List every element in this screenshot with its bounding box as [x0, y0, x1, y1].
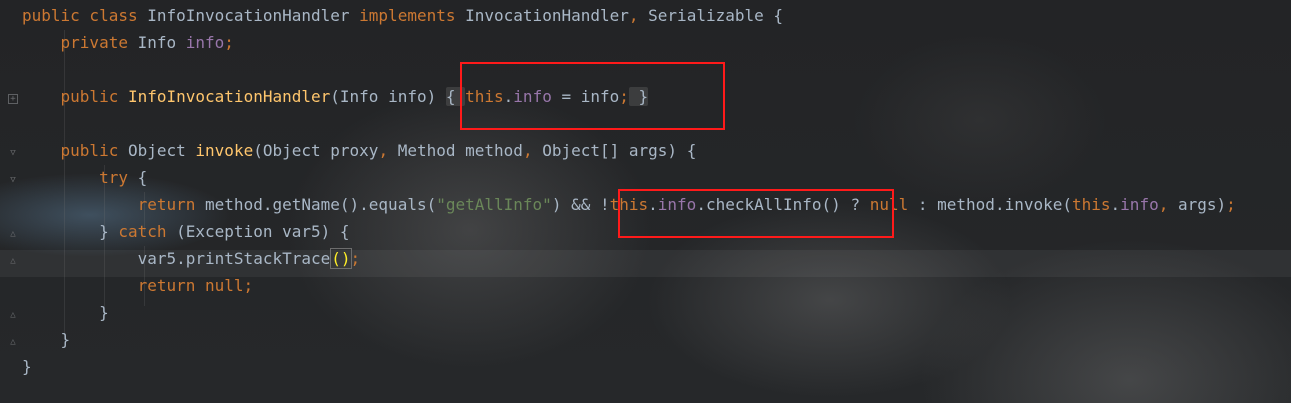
code-token: this — [1072, 195, 1111, 214]
code-token: (Info info) — [330, 87, 446, 106]
code-token: method.getName().equals( — [205, 195, 437, 214]
code-token: return null; — [22, 276, 254, 295]
code-token: , — [1158, 195, 1178, 214]
code-line[interactable]: } — [22, 353, 32, 380]
code-token: var5.printStackTrace — [22, 249, 331, 268]
code-line[interactable]: try { — [22, 164, 147, 191]
code-token: args) — [1177, 195, 1227, 214]
code-token: catch — [118, 222, 177, 241]
code-token: , — [378, 141, 398, 160]
fold-arrow-icon[interactable]: ▽ — [8, 175, 18, 185]
code-token: info — [1120, 195, 1159, 214]
code-token: info — [185, 33, 225, 52]
code-token: ; — [350, 249, 361, 268]
code-token: } — [22, 222, 119, 241]
code-token: Method method — [397, 141, 523, 160]
code-token: InfoInvocationHandler — [127, 87, 331, 106]
fold-gutter: + ▽ ▽ △ △ △ △ — [0, 0, 24, 403]
annotation-box-constructor — [460, 62, 725, 130]
code-token: Object — [127, 141, 196, 160]
code-token: private — [22, 33, 138, 52]
code-token: "getAllInfo" — [436, 195, 552, 214]
code-token: ; — [1226, 195, 1236, 214]
code-token: ) && ! — [551, 195, 610, 214]
code-token: try — [22, 168, 138, 187]
code-editor[interactable]: + ▽ ▽ △ △ △ △ public class InfoInvocatio… — [0, 0, 1291, 403]
code-token: Object[] args) { — [542, 141, 697, 160]
code-token: () — [330, 248, 352, 269]
code-line[interactable]: public class InfoInvocationHandler imple… — [22, 2, 783, 29]
fold-end-icon[interactable]: △ — [8, 256, 18, 266]
code-token: . — [1110, 195, 1121, 214]
code-token: InfoInvocationHandler — [147, 6, 360, 25]
code-token: } — [22, 357, 32, 376]
code-token: , — [628, 6, 649, 25]
code-token: Serializable { — [648, 6, 784, 25]
code-token: } — [22, 330, 71, 349]
code-line[interactable]: } — [22, 299, 109, 326]
code-token: public class — [22, 6, 148, 25]
code-token: Info — [137, 33, 186, 52]
code-token: return — [22, 195, 206, 214]
code-line[interactable]: return null; — [22, 272, 254, 299]
code-token: { — [137, 168, 148, 187]
code-token: public — [22, 141, 128, 160]
fold-box-icon[interactable]: + — [8, 94, 18, 104]
code-token: , — [522, 141, 543, 160]
code-token: ; — [224, 33, 234, 52]
code-line[interactable]: public Object invoke(Object proxy, Metho… — [22, 137, 697, 164]
code-token: invoke — [195, 141, 254, 160]
code-line[interactable]: private Info info; — [22, 29, 234, 56]
code-token: : method.invoke( — [917, 195, 1072, 214]
code-token: (Object proxy — [253, 141, 379, 160]
code-token: InvocationHandler — [465, 6, 629, 25]
annotation-box-check-all-info — [618, 189, 894, 238]
code-line[interactable]: } catch (Exception var5) { — [22, 218, 350, 245]
fold-end-icon[interactable]: △ — [8, 310, 18, 320]
fold-end-icon[interactable]: △ — [8, 229, 18, 239]
code-line[interactable]: var5.printStackTrace(); — [22, 245, 360, 272]
code-token: implements — [359, 6, 466, 25]
code-line[interactable]: } — [22, 326, 71, 353]
code-token: (Exception var5) { — [176, 222, 350, 241]
code-token: } — [22, 303, 109, 322]
code-token: public — [22, 87, 128, 106]
fold-end-icon[interactable]: △ — [8, 337, 18, 347]
fold-arrow-icon[interactable]: ▽ — [8, 148, 18, 158]
